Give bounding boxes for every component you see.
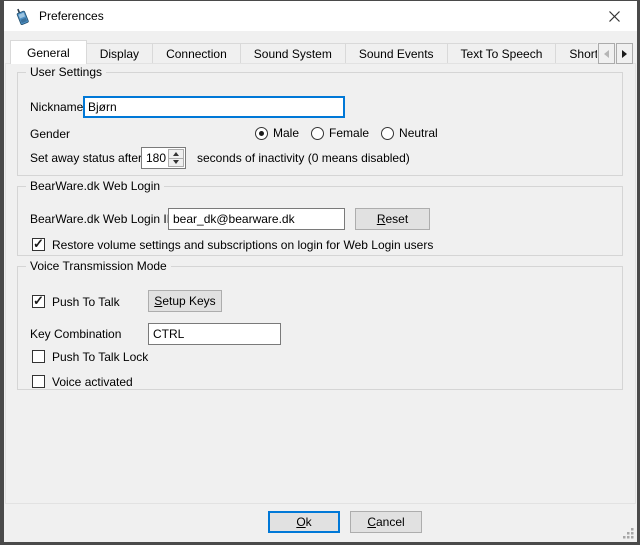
chevron-left-icon bbox=[604, 50, 609, 58]
spin-down-button[interactable] bbox=[169, 159, 183, 167]
title-bar: Preferences bbox=[4, 1, 637, 31]
restore-volume-checkbox-label: Restore volume settings and subscription… bbox=[52, 238, 433, 252]
web-login-id-input[interactable] bbox=[168, 208, 345, 230]
voice-activated-checkbox[interactable]: Voice activated bbox=[32, 374, 133, 389]
tab-bar: General Display Connection Sound System … bbox=[10, 40, 597, 64]
setup-keys-button[interactable]: Setup Keys bbox=[148, 290, 222, 312]
tab-scroll-right-button[interactable] bbox=[616, 43, 633, 64]
tab-general[interactable]: General bbox=[10, 40, 87, 64]
push-to-talk-lock-checkbox-label: Push To Talk Lock bbox=[52, 350, 148, 364]
push-to-talk-checkbox-icon bbox=[32, 295, 45, 308]
gender-radio-neutral[interactable]: Neutral bbox=[381, 126, 438, 140]
tab-shortcuts[interactable]: Shortcuts bbox=[555, 43, 597, 64]
tab-display[interactable]: Display bbox=[86, 43, 153, 64]
gender-radio-male[interactable]: Male bbox=[255, 126, 299, 140]
tab-sound-system[interactable]: Sound System bbox=[240, 43, 346, 64]
away-status-suffix: seconds of inactivity (0 means disabled) bbox=[197, 151, 410, 165]
away-seconds-value: 180 bbox=[142, 148, 167, 168]
web-login-group-title: BearWare.dk Web Login bbox=[26, 179, 164, 193]
reset-button[interactable]: Reset bbox=[355, 208, 430, 230]
radio-neutral-icon bbox=[381, 127, 394, 140]
teamtalk-app-icon bbox=[14, 7, 31, 25]
restore-volume-checkbox[interactable]: Restore volume settings and subscription… bbox=[32, 237, 433, 252]
key-combination-label: Key Combination bbox=[30, 327, 148, 341]
push-to-talk-lock-checkbox[interactable]: Push To Talk Lock bbox=[32, 349, 148, 364]
voice-activated-checkbox-label: Voice activated bbox=[52, 375, 133, 389]
close-icon bbox=[609, 11, 620, 22]
tab-scroll-left-button[interactable] bbox=[598, 43, 615, 64]
tab-connection[interactable]: Connection bbox=[152, 43, 241, 64]
spin-down-icon bbox=[173, 160, 179, 164]
user-settings-group: User Settings Nickname Gender Male Femal… bbox=[17, 72, 623, 176]
cancel-button[interactable]: Cancel bbox=[350, 511, 422, 533]
tab-text-to-speech[interactable]: Text To Speech bbox=[447, 43, 557, 64]
close-button[interactable] bbox=[592, 1, 637, 31]
away-status-label: Set away status after bbox=[30, 151, 141, 165]
nickname-input[interactable] bbox=[83, 96, 345, 118]
gender-radio-female[interactable]: Female bbox=[311, 126, 369, 140]
voice-activated-checkbox-icon bbox=[32, 375, 45, 388]
spin-up-button[interactable] bbox=[169, 150, 183, 159]
window-title: Preferences bbox=[39, 9, 104, 23]
restore-volume-checkbox-icon bbox=[32, 238, 45, 251]
push-to-talk-checkbox-label: Push To Talk bbox=[52, 295, 120, 309]
web-login-id-label: BearWare.dk Web Login ID bbox=[30, 212, 168, 226]
gender-radio-group: Male Female Neutral bbox=[255, 125, 438, 141]
preferences-dialog: Preferences General Display Connection S… bbox=[0, 0, 640, 545]
tab-sound-events[interactable]: Sound Events bbox=[345, 43, 448, 64]
resize-grip-icon[interactable] bbox=[621, 526, 635, 540]
push-to-talk-lock-checkbox-icon bbox=[32, 350, 45, 363]
chevron-right-icon bbox=[622, 50, 627, 58]
push-to-talk-checkbox[interactable]: Push To Talk bbox=[32, 294, 120, 309]
gender-label: Gender bbox=[30, 127, 70, 141]
user-settings-group-title: User Settings bbox=[26, 65, 106, 79]
key-combination-input[interactable] bbox=[148, 323, 281, 345]
voice-transmission-group-title: Voice Transmission Mode bbox=[26, 259, 171, 273]
voice-transmission-group: Voice Transmission Mode Push To Talk Set… bbox=[17, 266, 623, 390]
spin-up-icon bbox=[173, 152, 179, 156]
away-seconds-spinner[interactable]: 180 bbox=[141, 147, 186, 169]
radio-female-icon bbox=[311, 127, 324, 140]
nickname-label: Nickname bbox=[30, 100, 83, 114]
ok-button[interactable]: Ok bbox=[268, 511, 340, 533]
tab-scroll-buttons bbox=[598, 43, 633, 64]
radio-male-icon bbox=[255, 127, 268, 140]
web-login-group: BearWare.dk Web Login BearWare.dk Web Lo… bbox=[17, 186, 623, 256]
